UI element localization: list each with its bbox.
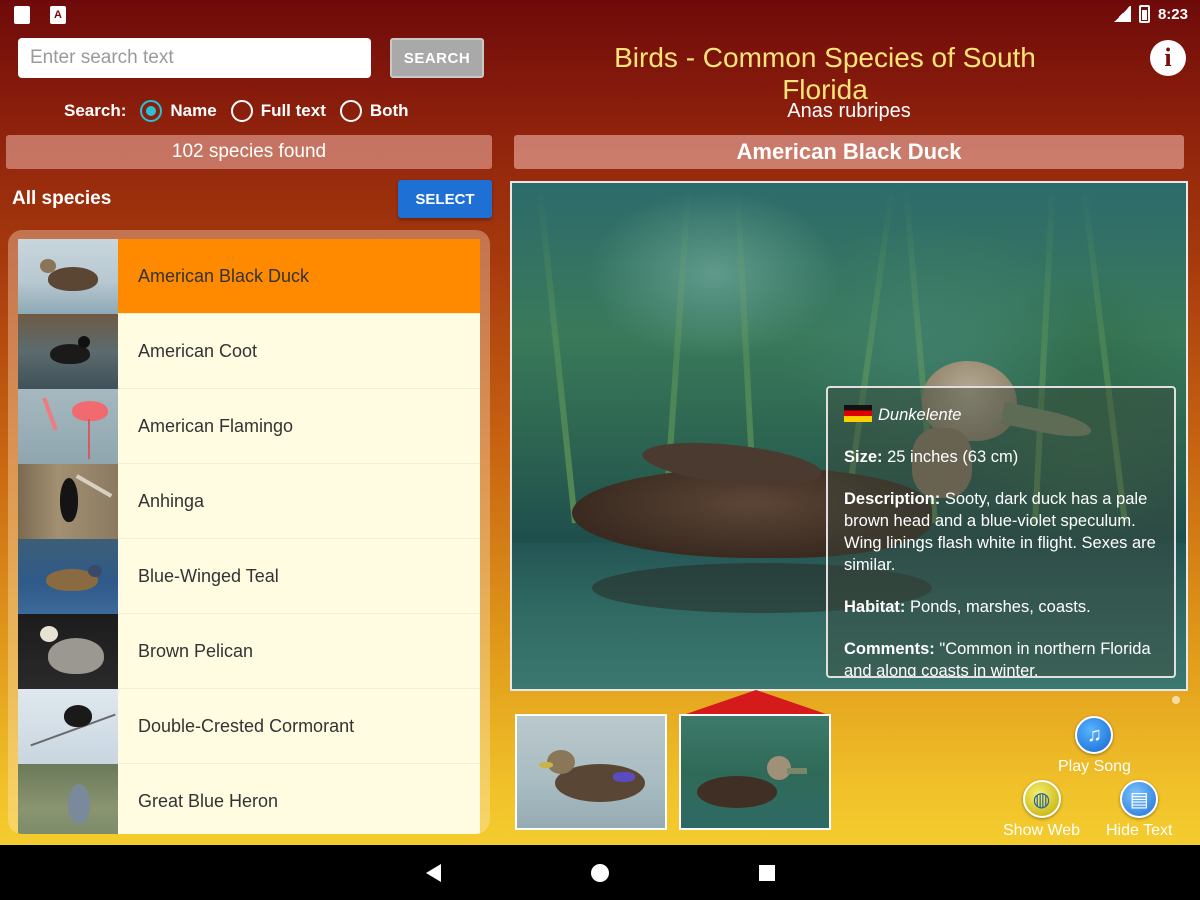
list-item-label: Great Blue Heron xyxy=(118,764,480,834)
list-item[interactable]: American Coot xyxy=(18,314,480,389)
select-button[interactable]: SELECT xyxy=(398,180,492,218)
list-item-label: Blue-Winged Teal xyxy=(118,539,480,614)
radio-button[interactable] xyxy=(339,100,362,122)
notification-icon xyxy=(14,6,30,24)
size-info: Size: 25 inches (63 cm) xyxy=(844,448,1019,466)
radio-label: Both xyxy=(369,101,409,120)
species-thumbnail xyxy=(18,464,118,539)
list-item-label: American Black Duck xyxy=(118,239,480,314)
german-name: Dunkelente xyxy=(878,406,962,424)
page-indicator xyxy=(1172,696,1180,704)
list-item-label: Brown Pelican xyxy=(118,614,480,689)
list-item[interactable]: Great Blue Heron xyxy=(18,764,480,834)
list-title: All species xyxy=(12,188,112,209)
species-count: 102 species found xyxy=(6,135,492,169)
german-flag-icon xyxy=(844,405,872,422)
species-list[interactable]: American Black Duck American Coot Americ… xyxy=(8,230,490,834)
species-thumbnail xyxy=(18,239,118,314)
list-item[interactable]: Brown Pelican xyxy=(18,614,480,689)
common-name: American Black Duck xyxy=(514,135,1184,169)
selected-thumbnail-indicator xyxy=(686,690,826,714)
species-info-overlay[interactable]: Dunkelente Size: 25 inches (63 cm) Descr… xyxy=(826,386,1176,678)
back-icon[interactable] xyxy=(425,863,441,882)
list-item-label: American Coot xyxy=(118,314,480,389)
photo-thumbnail[interactable] xyxy=(515,714,667,830)
radio-both[interactable]: Both xyxy=(339,100,409,122)
music-note-icon: ♫ xyxy=(1075,716,1114,754)
show-web-label: Show Web xyxy=(1003,822,1081,839)
radio-full-text[interactable]: Full text xyxy=(230,100,326,122)
play-song-button[interactable]: ♫ Play Song xyxy=(1058,716,1131,776)
photo-thumbnail-selected[interactable] xyxy=(679,714,831,830)
radio-label: Full text xyxy=(260,101,326,120)
radio-name[interactable]: Name xyxy=(140,100,217,122)
list-item[interactable]: Blue-Winged Teal xyxy=(18,539,480,614)
battery-icon xyxy=(1138,5,1150,23)
document-icon: ▤ xyxy=(1120,780,1159,818)
hide-text-button[interactable]: ▤ Hide Text xyxy=(1106,780,1172,840)
list-item-label: Anhinga xyxy=(118,464,480,539)
scientific-name: Anas rubripes xyxy=(787,100,911,122)
search-input[interactable] xyxy=(18,38,371,78)
app-notification-icon: A xyxy=(50,6,66,24)
list-item-label: American Flamingo xyxy=(118,389,480,464)
list-item[interactable]: American Flamingo xyxy=(18,389,480,464)
play-song-label: Play Song xyxy=(1058,758,1131,775)
list-item[interactable]: American Black Duck xyxy=(18,239,480,314)
species-thumbnail xyxy=(18,764,118,834)
search-mode: Search: Name Full text Both xyxy=(64,98,409,124)
globe-icon: ◍ xyxy=(1022,780,1061,818)
species-thumbnail xyxy=(18,689,118,764)
clock: 8:23 xyxy=(1157,5,1188,23)
habitat-info: Habitat: Ponds, marshes, coasts. xyxy=(844,598,1091,616)
species-thumbnail xyxy=(18,614,118,689)
info-icon[interactable]: i xyxy=(1150,40,1186,76)
list-item[interactable]: Double-Crested Cormorant xyxy=(18,689,480,764)
hide-text-label: Hide Text xyxy=(1106,822,1173,839)
search-button[interactable]: SEARCH xyxy=(390,38,484,78)
species-thumbnail xyxy=(18,314,118,389)
radio-button[interactable] xyxy=(230,100,253,122)
comments-info: Comments: "Common in northern Florida an… xyxy=(844,640,1151,678)
list-item[interactable]: Anhinga xyxy=(18,464,480,539)
species-thumbnail xyxy=(18,539,118,614)
recent-apps-icon[interactable] xyxy=(758,864,775,881)
radio-label: Name xyxy=(170,101,217,120)
list-item-label: Double-Crested Cormorant xyxy=(118,689,480,764)
signal-icon xyxy=(1112,6,1131,22)
show-web-button[interactable]: ◍ Show Web xyxy=(1003,780,1080,840)
system-nav-bar xyxy=(0,845,1200,900)
home-icon[interactable] xyxy=(590,863,609,882)
search-mode-label: Search: xyxy=(64,101,127,120)
app-title: Birds - Common Species of South Florida xyxy=(614,42,1036,105)
status-bar: A 8:23 xyxy=(0,0,1200,30)
radio-button-checked[interactable] xyxy=(140,100,163,122)
description-info: Description: Sooty, dark duck has a pale… xyxy=(844,490,1156,574)
species-thumbnail xyxy=(18,389,118,464)
